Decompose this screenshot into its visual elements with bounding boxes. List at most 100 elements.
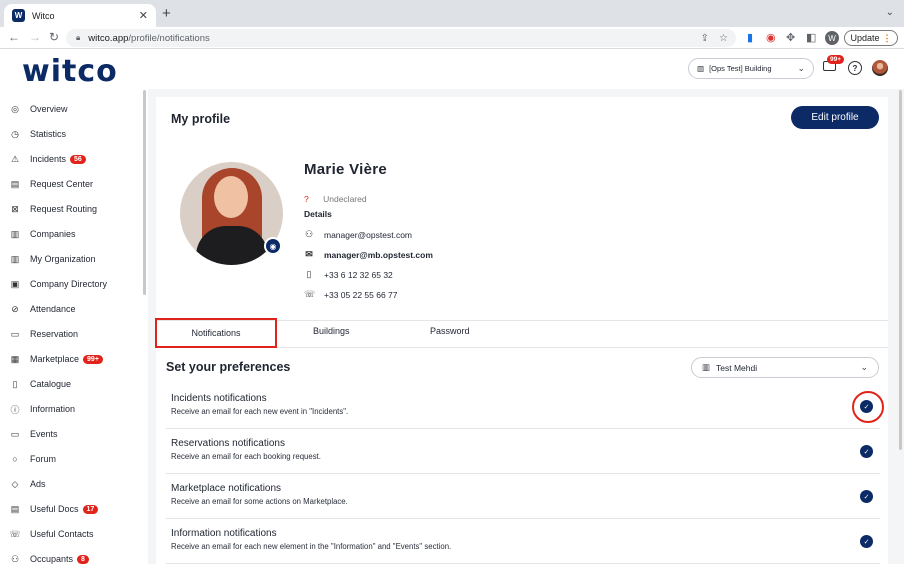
building-select[interactable]: ▥ [Ops Test] Building ⌄ bbox=[688, 58, 814, 79]
building-icon: ▥ bbox=[702, 362, 711, 372]
checkbox-checked-icon[interactable]: ✓ bbox=[860, 490, 873, 503]
preferences-title: Set your preferences bbox=[166, 360, 291, 374]
sidebar-item-request-center[interactable]: ▤ Request Center bbox=[9, 174, 93, 194]
sidebar-item-label: Statistics bbox=[30, 129, 67, 139]
sidebar-item-label: Events bbox=[30, 429, 58, 439]
back-icon[interactable]: ← bbox=[8, 30, 20, 44]
share-icon[interactable]: ⇪ bbox=[701, 33, 709, 44]
update-button[interactable]: Update ⋮ bbox=[844, 30, 898, 46]
sidepanel-icon[interactable]: ◧ bbox=[806, 31, 816, 44]
clock-icon: ◷ bbox=[11, 128, 19, 139]
sidebar-item-statistics[interactable]: ◷ Statistics bbox=[9, 124, 66, 144]
color-extension-icon[interactable]: ◉ bbox=[766, 31, 776, 44]
user-icon: ⚇ bbox=[304, 229, 314, 239]
browser-profile-avatar[interactable]: W bbox=[825, 31, 839, 45]
sidebar-item-forum[interactable]: ○ Forum bbox=[9, 449, 56, 469]
forward-icon[interactable]: → bbox=[29, 30, 41, 44]
page-scrollbar[interactable] bbox=[899, 90, 902, 450]
email-row: ⚇ manager@opstest.com bbox=[304, 229, 412, 240]
sidebar-item-catalogue[interactable]: ▯ Catalogue bbox=[9, 374, 72, 394]
preference-title: Reservations notifications bbox=[171, 438, 285, 449]
phone-value: +33 05 22 55 66 77 bbox=[324, 289, 398, 300]
page-title: My profile bbox=[171, 112, 231, 126]
sidebar-item-ads[interactable]: ◇ Ads bbox=[9, 474, 46, 494]
sidebar-item-marketplace[interactable]: ▦ Marketplace 99+ bbox=[9, 349, 103, 369]
inbox-icon: ▤ bbox=[10, 178, 20, 189]
sidebar-item-events[interactable]: ▭ Events bbox=[9, 424, 58, 444]
sidebar-item-label: Useful Docs bbox=[30, 504, 79, 514]
envelope-icon: ✉ bbox=[305, 249, 313, 259]
sidebar-scrollbar[interactable] bbox=[143, 90, 146, 295]
phone-icon: ☏ bbox=[9, 528, 21, 539]
event-icon: ▭ bbox=[10, 428, 20, 439]
new-tab-icon[interactable]: + bbox=[162, 5, 171, 22]
highlight-ring bbox=[852, 391, 884, 423]
sidebar-item-request-routing[interactable]: ⊠ Request Routing bbox=[9, 199, 97, 219]
eye-icon: ◎ bbox=[11, 103, 19, 114]
tab-title: Witco bbox=[32, 10, 55, 21]
sidebar-item-incidents[interactable]: ⚠ Incidents 56 bbox=[9, 149, 86, 169]
checkbox-checked-icon[interactable]: ✓ bbox=[860, 445, 873, 458]
sidebar-item-overview[interactable]: ◎ Overview bbox=[9, 99, 68, 119]
url-path: /profile/notifications bbox=[128, 32, 210, 44]
gender-value: Undeclared bbox=[323, 194, 367, 204]
phone-row: ☏ +33 05 22 55 66 77 bbox=[304, 289, 398, 300]
tab-buildings[interactable]: Buildings bbox=[313, 326, 350, 336]
puzzle-icon[interactable]: ✥ bbox=[786, 31, 795, 44]
sidebar-item-label: Attendance bbox=[30, 304, 76, 314]
sidebar-item-label: Marketplace bbox=[30, 354, 80, 364]
sidebar-item-label: Forum bbox=[30, 454, 57, 464]
gender-row: ? Undeclared bbox=[304, 194, 367, 204]
checkbox-checked-icon[interactable]: ✓ bbox=[860, 535, 873, 548]
preference-row: Marketplace notifications Receive an emai… bbox=[166, 474, 880, 519]
sidebar-item-label: Request Center bbox=[30, 179, 94, 189]
sidebar: ◎ Overview ◷ Statistics ⚠ Incidents 56 ▤ Request… bbox=[0, 89, 148, 564]
sidebar-item-label: Incidents bbox=[30, 154, 67, 164]
tag-icon: ◇ bbox=[11, 478, 19, 489]
sidebar-item-information[interactable]: ⓘ Information bbox=[9, 399, 75, 419]
extension-icon[interactable]: ▮ bbox=[747, 31, 753, 44]
url-host: witco.app bbox=[88, 32, 129, 44]
sidebar-item-attendance[interactable]: ⊘ Attendance bbox=[9, 299, 76, 319]
sidebar-item-company-directory[interactable]: ▣ Company Directory bbox=[9, 274, 107, 294]
preference-row: Information notifications Receive an emai… bbox=[166, 519, 880, 564]
preference-row: Incidents notifications Receive an email … bbox=[166, 384, 880, 429]
tab-password[interactable]: Password bbox=[430, 326, 470, 336]
sidebar-item-label: My Organization bbox=[30, 254, 96, 264]
building-icon: ▥ bbox=[697, 64, 705, 73]
sidebar-item-label: Occupants bbox=[30, 554, 74, 564]
witco-logo[interactable]: witco bbox=[22, 54, 118, 89]
site-value: Test Mehdi bbox=[716, 362, 758, 373]
people-icon: ⚇ bbox=[10, 553, 20, 564]
close-tab-icon[interactable]: ✕ bbox=[139, 9, 148, 22]
sidebar-item-label: Overview bbox=[30, 104, 68, 114]
help-icon[interactable]: ? bbox=[848, 61, 862, 75]
update-label: Update bbox=[850, 33, 880, 43]
camera-icon[interactable]: ◉ bbox=[264, 237, 282, 255]
routing-icon: ⊠ bbox=[11, 203, 19, 214]
chevron-down-icon: ⌄ bbox=[797, 63, 805, 73]
count-badge: 99+ bbox=[83, 354, 103, 364]
store-icon: ▦ bbox=[10, 353, 20, 364]
url-field[interactable]: 🔒︎ witco.app/profile/notifications ⇪ ☆ bbox=[66, 29, 736, 47]
reload-icon[interactable]: ↻ bbox=[49, 30, 59, 44]
address-bar: ← → ↻ 🔒︎ witco.app/profile/notifications… bbox=[0, 27, 904, 49]
sidebar-item-occupants[interactable]: ⚇ Occupants 8 bbox=[9, 549, 89, 564]
sidebar-item-my-organization[interactable]: ▥ My Organization bbox=[9, 249, 96, 269]
sidebar-item-reservation[interactable]: ▭ Reservation bbox=[9, 324, 78, 344]
preference-description: Receive an email for some actions on Mar… bbox=[171, 497, 348, 506]
sidebar-item-useful-docs[interactable]: ▤ Useful Docs 17 bbox=[9, 499, 99, 519]
tab-notifications[interactable]: Notifications bbox=[155, 318, 277, 348]
chevron-down-icon: ⌄ bbox=[860, 362, 868, 372]
sidebar-item-companies[interactable]: ▥ Companies bbox=[9, 224, 76, 244]
bookmark-star-icon[interactable]: ☆ bbox=[719, 33, 728, 44]
tab-search-chevron-icon[interactable]: ⌄ bbox=[886, 7, 894, 18]
edit-profile-button[interactable]: Edit profile bbox=[791, 106, 879, 129]
user-avatar[interactable] bbox=[872, 60, 888, 76]
browser-tab[interactable]: W Witco ✕ bbox=[4, 4, 156, 27]
secondary-email-row: ✉ manager@mb.opstest.com bbox=[304, 249, 433, 260]
sidebar-item-useful-contacts[interactable]: ☏ Useful Contacts bbox=[9, 524, 93, 544]
site-select[interactable]: ▥ Test Mehdi ⌄ bbox=[691, 357, 879, 378]
details-label: Details bbox=[304, 209, 332, 219]
directory-icon: ▣ bbox=[10, 278, 20, 289]
